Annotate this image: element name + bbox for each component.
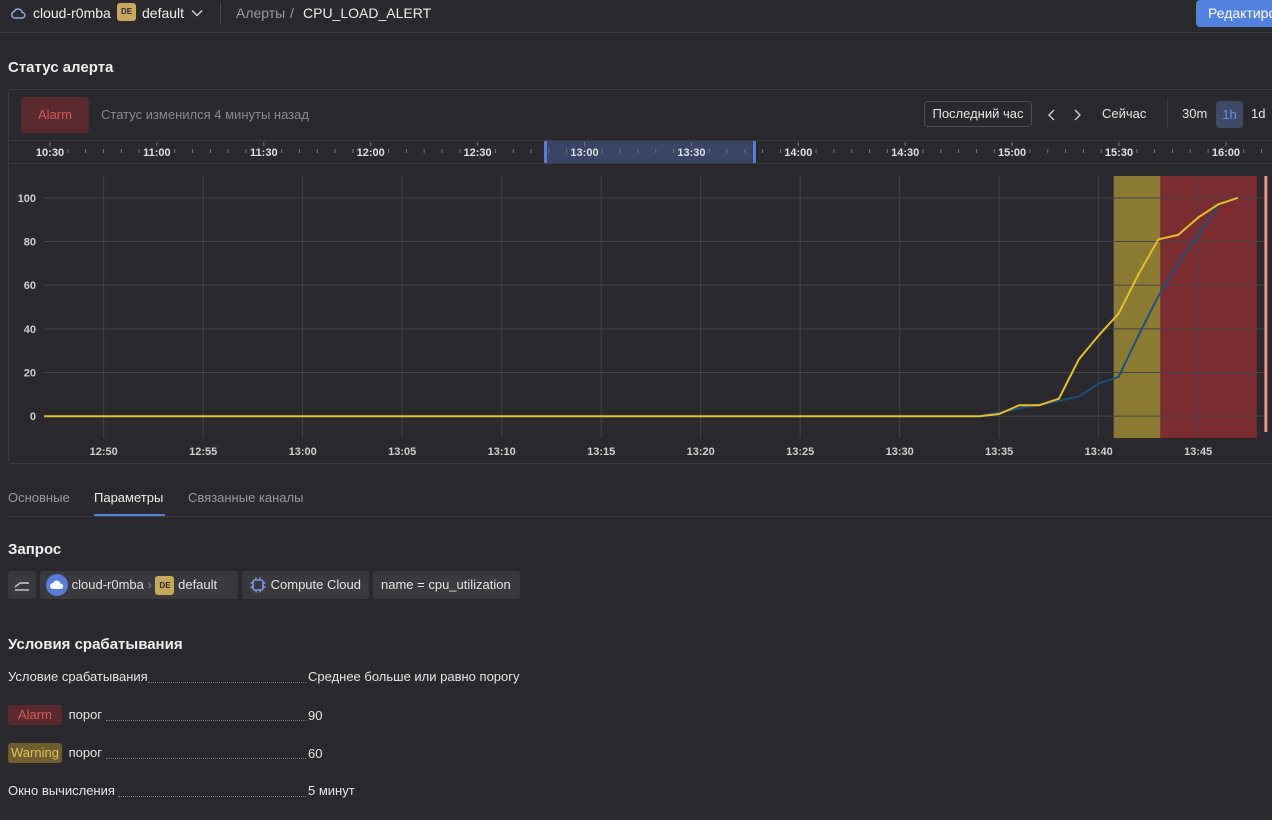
range-select-button[interactable]: Последний час: [924, 101, 1032, 127]
alarm-badge: Alarm: [8, 705, 62, 725]
warning-threshold-row: Warning порог 60: [8, 743, 528, 763]
breadcrumb-current: CPU_LOAD_ALERT: [303, 5, 432, 21]
alert-band: [1160, 176, 1257, 438]
x-tick-label: 13:45: [1184, 446, 1212, 458]
cpu-load-chart[interactable]: 12:50 12:55 13:00 13:05 13:10 13:15 13:20 13:25…: [0, 165, 1272, 465]
timeline-tick-label: 15:00: [998, 147, 1026, 159]
tab-parameters[interactable]: Параметры: [94, 490, 163, 505]
status-badge: Alarm: [21, 97, 89, 133]
query-chip-filter[interactable]: name = cpu_utilization: [373, 571, 520, 599]
status-change-text: Статус изменился 4 минуты назад: [101, 107, 309, 122]
query-cloud-name: cloud-r0mba: [71, 577, 144, 592]
timeline-tick-label: 10:30: [36, 147, 64, 159]
query-service-name: Compute Cloud: [270, 577, 361, 592]
x-tick-label: 13:25: [786, 446, 814, 458]
timeline-tick-label: 14:00: [784, 147, 812, 159]
chevron-down-icon[interactable]: [190, 6, 204, 20]
cloud-icon: [11, 8, 26, 19]
series-line: [44, 196, 1239, 418]
x-tick-label: 12:50: [90, 446, 118, 458]
y-tick-label: 0: [30, 411, 36, 423]
x-tick-label: 13:30: [886, 446, 914, 458]
now-button[interactable]: Сейчас: [1102, 106, 1146, 121]
dotted-leader: [118, 796, 306, 797]
window-label: Окно вычисления: [8, 783, 115, 798]
timeline-ticks: 10:30 11:00 11:30 12:00 12:30 13:00 13:30 14:00…: [36, 142, 1263, 159]
x-tick-label: 13:05: [388, 446, 416, 458]
folder-badge: DE: [155, 576, 175, 596]
tab-basic[interactable]: Основные: [8, 490, 70, 505]
timeline-tick-label: 11:30: [250, 147, 278, 159]
cpu-icon: [250, 577, 266, 593]
edit-button[interactable]: Редактиро: [1196, 0, 1272, 27]
alarm-threshold-row: Alarm порог 90: [8, 705, 528, 725]
y-tick-label: 60: [24, 280, 36, 292]
tabs-divider: [8, 516, 1272, 517]
query-chip-scope[interactable]: cloud-r0mba › DE default: [40, 571, 238, 599]
timeline-tick-label: 11:00: [143, 147, 171, 159]
window-value: 5 минут: [308, 783, 355, 798]
conditions-title: Условия срабатывания: [8, 636, 183, 653]
chevron-right-icon[interactable]: [1071, 108, 1083, 122]
timeline-tick-label: 13:30: [677, 147, 705, 159]
timeline-tick-label: 12:30: [464, 147, 492, 159]
tab-linked-channels[interactable]: Связанные каналы: [188, 490, 303, 505]
y-tick-label: 100: [18, 193, 36, 205]
x-tick-label: 13:20: [687, 446, 715, 458]
x-tick-label: 13:40: [1085, 446, 1113, 458]
active-tab-indicator: [94, 514, 165, 516]
x-tick-label: 12:55: [189, 446, 217, 458]
chevron-right-icon: ›: [147, 577, 152, 592]
x-tick-label: 13:00: [289, 446, 317, 458]
warning-threshold-value: 60: [308, 746, 323, 761]
window-row: Окно вычисления 5 минут: [8, 783, 528, 803]
folder-breadcrumb[interactable]: default: [142, 5, 184, 21]
time-option-1h[interactable]: 1h: [1216, 101, 1243, 128]
status-section-title: Статус алерта: [8, 59, 114, 76]
folder-badge: DE: [117, 3, 136, 21]
alarm-threshold-label: порог: [68, 707, 103, 722]
area-chart-icon: [14, 582, 29, 591]
x-tick-label: 13:10: [488, 446, 516, 458]
dotted-leader: [148, 682, 306, 683]
timeline-tick-label: 16:00: [1212, 147, 1240, 159]
breadcrumb-alerts[interactable]: Алерты: [236, 5, 285, 21]
x-tick-label: 13:15: [587, 446, 615, 458]
dotted-leader: [106, 720, 306, 721]
y-tick-label: 20: [24, 368, 36, 380]
condition-value: Среднее больше или равно порогу: [308, 669, 520, 684]
y-tick-label: 80: [24, 237, 36, 249]
condition-label: Условие срабатывания: [8, 669, 148, 684]
breadcrumb-separator: /: [290, 5, 294, 21]
timeline-tick-label: 14:30: [891, 147, 919, 159]
y-tick-label: 40: [24, 324, 36, 336]
chart-type-button[interactable]: [8, 571, 36, 599]
toolbar-divider: [1167, 99, 1168, 129]
query-chip-service[interactable]: Compute Cloud: [242, 571, 369, 599]
x-tick-label: 13:35: [985, 446, 1013, 458]
condition-row: Условие срабатывания Среднее больше или …: [8, 669, 528, 689]
query-folder-name: default: [178, 577, 218, 592]
cloud-icon: [46, 573, 68, 596]
warning-badge: Warning: [8, 743, 62, 763]
cloud-breadcrumb[interactable]: cloud-r0mba: [33, 5, 111, 21]
time-option-30m[interactable]: 30m: [1182, 106, 1207, 121]
header-divider: [220, 3, 221, 25]
timeline-tick-label: 12:00: [357, 147, 385, 159]
query-title: Запрос: [8, 541, 62, 558]
alarm-threshold-value: 90: [308, 708, 323, 723]
dotted-leader: [106, 758, 306, 759]
timeline-tick-label: 15:30: [1105, 147, 1133, 159]
warning-threshold-label: порог: [68, 745, 103, 760]
timeline-tick-label: 13:00: [570, 147, 598, 159]
time-option-1d[interactable]: 1d: [1251, 106, 1265, 121]
chevron-left-icon[interactable]: [1046, 108, 1058, 122]
